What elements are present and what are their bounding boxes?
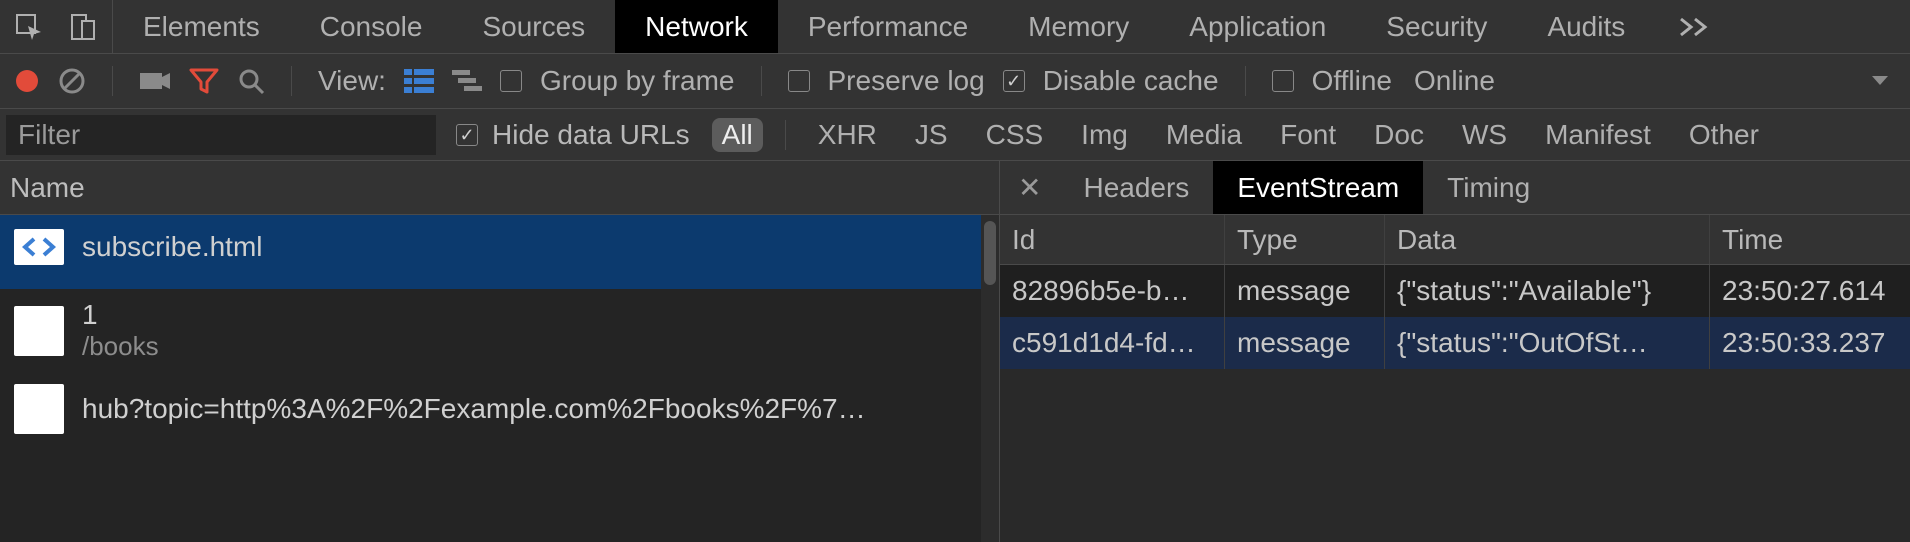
tab-memory[interactable]: Memory xyxy=(998,0,1159,53)
col-type[interactable]: Type xyxy=(1225,215,1385,264)
eventstream-header: Id Type Data Time xyxy=(1000,215,1910,265)
detail-tab-headers[interactable]: Headers xyxy=(1059,161,1213,214)
record-icon[interactable] xyxy=(14,68,40,94)
group-by-frame-checkbox[interactable] xyxy=(500,70,522,92)
clear-icon[interactable] xyxy=(58,67,86,95)
offline-label: Offline xyxy=(1312,65,1392,97)
close-detail-icon[interactable]: ✕ xyxy=(1000,161,1059,214)
detail-tabs: ✕ HeadersEventStreamTiming xyxy=(1000,161,1910,215)
tab-console[interactable]: Console xyxy=(290,0,453,53)
cell-type: message xyxy=(1225,317,1385,369)
request-name: subscribe.html xyxy=(82,231,263,263)
tab-network[interactable]: Network xyxy=(615,0,778,53)
request-row[interactable]: hub?topic=http%3A%2F%2Fexample.com%2Fboo… xyxy=(0,372,999,446)
network-filter-row: Hide data URLs All XHR JS CSS Img Media Font Do… xyxy=(0,109,1910,161)
request-name: hub?topic=http%3A%2F%2Fexample.com%2Fboo… xyxy=(82,393,866,425)
cell-time: 23:50:27.614 xyxy=(1710,265,1910,317)
filter-type-ws[interactable]: WS xyxy=(1452,118,1517,152)
request-row[interactable]: 1/books xyxy=(0,289,999,372)
eventstream-row[interactable]: 82896b5e-b…message{"status":"Available"}… xyxy=(1000,265,1910,317)
filter-type-css[interactable]: CSS xyxy=(976,118,1054,152)
document-icon xyxy=(14,306,64,356)
request-text: subscribe.html xyxy=(82,231,263,263)
document-icon xyxy=(14,384,64,434)
tab-security[interactable]: Security xyxy=(1356,0,1517,53)
type-divider xyxy=(785,120,786,150)
toolbar-divider xyxy=(291,66,292,96)
main-split: Name subscribe.html 1/books hub?topic=http… xyxy=(0,161,1910,542)
cell-data: {"status":"Available"} xyxy=(1385,265,1710,317)
detail-pane: ✕ HeadersEventStreamTiming Id Type Data … xyxy=(1000,161,1910,542)
request-name: 1 xyxy=(82,299,159,331)
cell-type: message xyxy=(1225,265,1385,317)
tab-application[interactable]: Application xyxy=(1159,0,1356,53)
filter-type-img[interactable]: Img xyxy=(1071,118,1138,152)
hide-data-urls-checkbox[interactable] xyxy=(456,124,478,146)
throttle-select[interactable]: Online xyxy=(1414,65,1495,97)
eventstream-body[interactable]: 82896b5e-b…message{"status":"Available"}… xyxy=(1000,265,1910,542)
request-path: /books xyxy=(82,331,159,362)
camera-icon[interactable] xyxy=(139,70,171,92)
detail-tab-timing[interactable]: Timing xyxy=(1423,161,1554,214)
view-label: View: xyxy=(318,65,386,97)
devtools-tabstrip: ElementsConsoleSourcesNetworkPerformance… xyxy=(0,0,1910,54)
eventstream-row[interactable]: c591d1d4-fd…message{"status":"OutOfSt…23… xyxy=(1000,317,1910,369)
cell-data: {"status":"OutOfSt… xyxy=(1385,317,1710,369)
html-file-icon xyxy=(14,229,64,265)
tab-elements[interactable]: Elements xyxy=(113,0,290,53)
filter-icon[interactable] xyxy=(189,67,219,95)
request-list-header: Name xyxy=(0,161,999,215)
tab-audits[interactable]: Audits xyxy=(1517,0,1655,53)
request-row[interactable]: subscribe.html xyxy=(0,215,999,289)
filter-type-font[interactable]: Font xyxy=(1270,118,1346,152)
filter-type-media[interactable]: Media xyxy=(1156,118,1252,152)
filter-type-js[interactable]: JS xyxy=(905,118,958,152)
cell-id: 82896b5e-b… xyxy=(1000,265,1225,317)
filter-type-all[interactable]: All xyxy=(712,118,763,152)
overview-icon[interactable] xyxy=(452,70,482,92)
request-list-pane: Name subscribe.html 1/books hub?topic=http… xyxy=(0,161,1000,542)
offline-checkbox[interactable] xyxy=(1272,70,1294,92)
request-list[interactable]: subscribe.html 1/books hub?topic=http%3A%2… xyxy=(0,215,999,542)
toolbar-divider xyxy=(761,66,762,96)
filter-type-xhr[interactable]: XHR xyxy=(808,118,887,152)
detail-tab-eventstream[interactable]: EventStream xyxy=(1213,161,1423,214)
filter-input[interactable] xyxy=(6,115,436,155)
hide-data-urls-label: Hide data URLs xyxy=(492,119,690,151)
search-icon[interactable] xyxy=(237,67,265,95)
disable-cache-label: Disable cache xyxy=(1043,65,1219,97)
col-id[interactable]: Id xyxy=(1000,215,1225,264)
request-list-scrollbar[interactable] xyxy=(981,215,999,542)
tabstrip-overflow[interactable] xyxy=(1655,0,1733,53)
tab-sources[interactable]: Sources xyxy=(452,0,615,53)
tabstrip-left-controls xyxy=(0,0,113,53)
panel-tabs: ElementsConsoleSourcesNetworkPerformance… xyxy=(113,0,1655,53)
throttle-dropdown-icon[interactable] xyxy=(1870,74,1896,88)
resource-type-filters: All XHR JS CSS Img Media Font Doc WS Manifest Othe… xyxy=(712,118,1769,152)
request-text: 1/books xyxy=(82,299,159,362)
cell-time: 23:50:33.237 xyxy=(1710,317,1910,369)
filter-type-other[interactable]: Other xyxy=(1679,118,1769,152)
group-by-frame-label: Group by frame xyxy=(540,65,735,97)
filter-type-doc[interactable]: Doc xyxy=(1364,118,1434,152)
disable-cache-checkbox[interactable] xyxy=(1003,70,1025,92)
toolbar-divider xyxy=(112,66,113,96)
request-text: hub?topic=http%3A%2F%2Fexample.com%2Fboo… xyxy=(82,393,866,425)
device-toggle-icon[interactable] xyxy=(68,12,98,42)
large-rows-icon[interactable] xyxy=(404,69,434,93)
network-toolbar: View: Group by frame Preserve log Disabl… xyxy=(0,54,1910,109)
tab-performance[interactable]: Performance xyxy=(778,0,998,53)
preserve-log-checkbox[interactable] xyxy=(788,70,810,92)
col-time[interactable]: Time xyxy=(1710,215,1910,264)
eventstream-table: Id Type Data Time 82896b5e-b…message{"st… xyxy=(1000,215,1910,542)
col-data[interactable]: Data xyxy=(1385,215,1710,264)
toolbar-divider xyxy=(1245,66,1246,96)
cell-id: c591d1d4-fd… xyxy=(1000,317,1225,369)
filter-type-manifest[interactable]: Manifest xyxy=(1535,118,1661,152)
name-column-label: Name xyxy=(10,172,85,204)
preserve-log-label: Preserve log xyxy=(828,65,985,97)
inspect-icon[interactable] xyxy=(14,12,44,42)
